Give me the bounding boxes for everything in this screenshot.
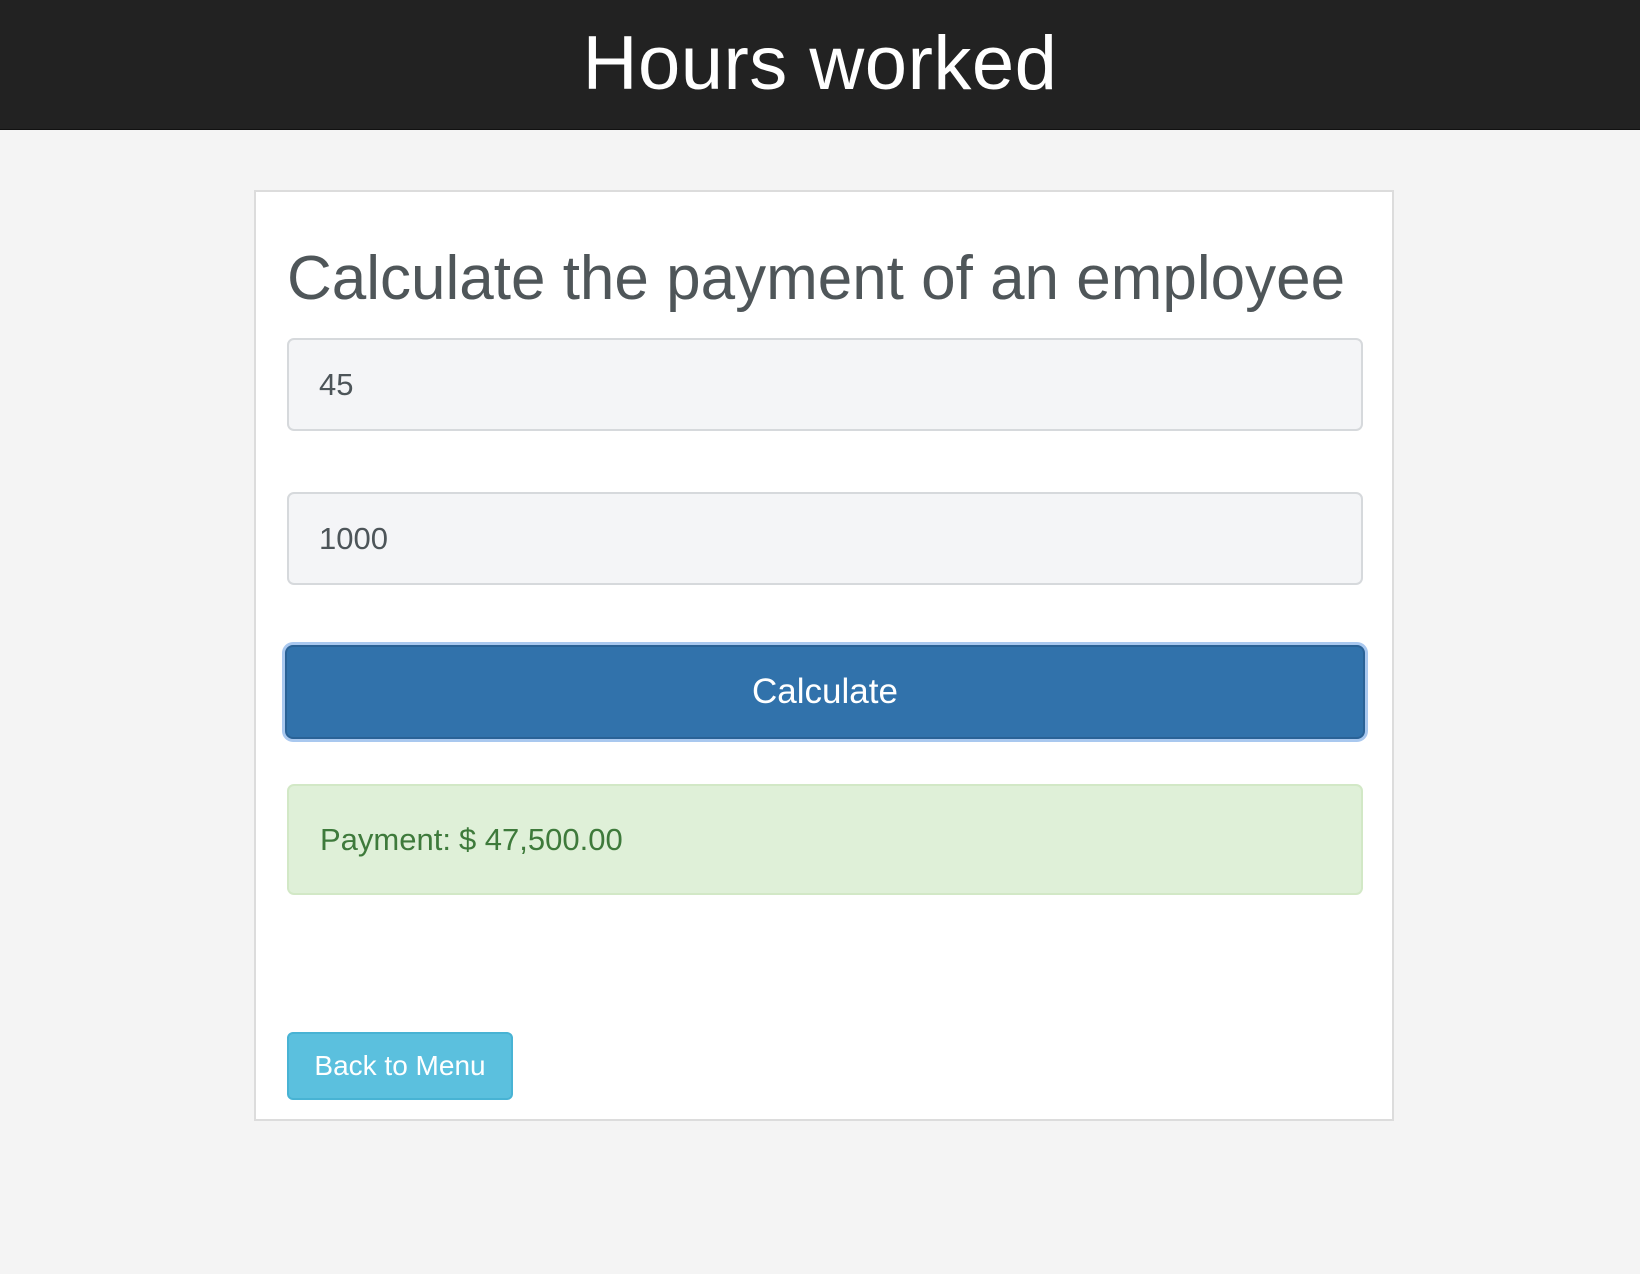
form-title: Calculate the payment of an employee: [287, 244, 1346, 313]
calculator-card: Calculate the payment of an employee Cal…: [254, 190, 1394, 1121]
payment-result-alert: Payment: $ 47,500.00: [287, 784, 1363, 895]
top-header-bar: Hours worked: [0, 0, 1640, 130]
payment-label: Payment:: [320, 821, 451, 857]
calculate-button[interactable]: Calculate: [285, 645, 1365, 739]
payment-value: $ 47,500.00: [458, 821, 623, 857]
hours-input[interactable]: [287, 338, 1363, 431]
back-to-menu-button[interactable]: Back to Menu: [287, 1032, 513, 1100]
page-title: Hours worked: [582, 20, 1058, 106]
rate-input[interactable]: [287, 492, 1363, 585]
